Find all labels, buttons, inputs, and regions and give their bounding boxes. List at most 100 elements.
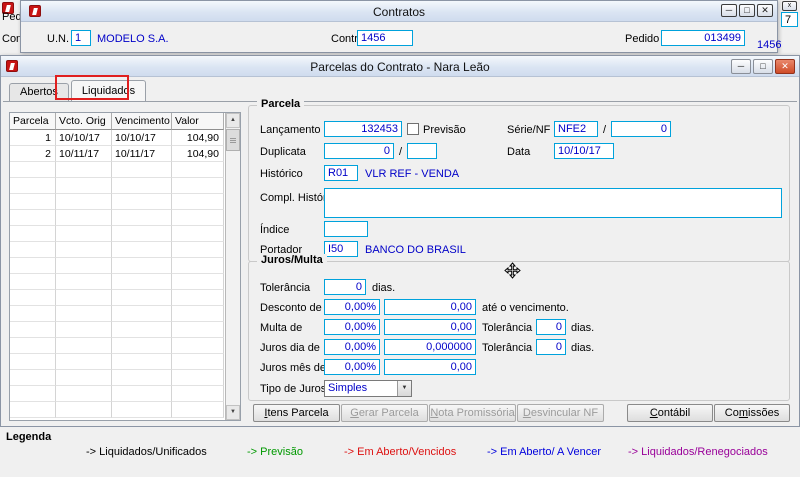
duplicata-seq-input[interactable] xyxy=(407,143,437,159)
table-row[interactable]: 1 10/10/17 10/10/17 104,90 xyxy=(10,130,240,146)
tab-strip: Abertos Liquidados xyxy=(9,80,147,101)
tolerancia-input[interactable]: 0 xyxy=(324,279,366,295)
juros-mes-value-input[interactable]: 0,00 xyxy=(384,359,476,375)
table-row xyxy=(10,242,240,258)
juros-multa-group: Juros/Multa Tolerância 0 dias. Desconto … xyxy=(248,254,790,401)
contrato-input[interactable]: 1456 xyxy=(357,30,413,46)
cell xyxy=(172,386,224,402)
cell xyxy=(172,210,224,226)
minimize-button[interactable]: ─ xyxy=(721,4,737,17)
multa-label: Multa de xyxy=(260,322,303,334)
table-header: Parcela Vcto. Orig Vencimento Valor xyxy=(10,113,240,130)
tipo-juros-select[interactable]: Simples ▼ xyxy=(324,380,412,397)
desconto-suffix: até o vencimento. xyxy=(482,302,569,314)
cell: 10/11/17 xyxy=(56,146,112,162)
desconto-percent-input[interactable]: 0,00% xyxy=(324,299,380,315)
pedido-input[interactable]: 013499 xyxy=(661,30,745,46)
scroll-up-button[interactable]: ▲ xyxy=(226,113,240,128)
fragment-close-button[interactable]: x xyxy=(782,1,797,11)
juros-dia-tolerancia-input[interactable]: 0 xyxy=(536,339,566,355)
cell xyxy=(10,194,56,210)
cell xyxy=(172,226,224,242)
cell xyxy=(112,370,172,386)
lancamento-input[interactable]: 132453 xyxy=(324,121,402,137)
scroll-thumb[interactable] xyxy=(226,129,240,151)
compl-historico-input[interactable] xyxy=(324,188,782,218)
duplicata-label: Duplicata xyxy=(260,146,306,158)
cell xyxy=(10,226,56,242)
historico-code-input[interactable]: R01 xyxy=(324,165,358,181)
juros-dia-percent-input[interactable]: 0,00% xyxy=(324,339,380,355)
desconto-value-input[interactable]: 0,00 xyxy=(384,299,476,315)
table-row xyxy=(10,354,240,370)
parcela-group-title: Parcela xyxy=(257,98,305,110)
duplicata-input[interactable]: 0 xyxy=(324,143,394,159)
pedido-label: Pedido xyxy=(625,33,660,45)
data-input[interactable]: 10/10/17 xyxy=(554,143,614,159)
table-row xyxy=(10,178,240,194)
juros-mes-percent-input[interactable]: 0,00% xyxy=(324,359,380,375)
cell xyxy=(112,354,172,370)
cell xyxy=(172,402,224,418)
serie-nf-input[interactable]: NFE2 xyxy=(554,121,598,137)
tab-liquidados[interactable]: Liquidados xyxy=(70,80,147,101)
maximize-button[interactable]: □ xyxy=(753,59,773,74)
cell xyxy=(172,354,224,370)
desconto-label: Desconto de xyxy=(260,302,322,314)
column-header[interactable]: Vcto. Orig xyxy=(56,113,112,130)
cell xyxy=(56,354,112,370)
button-cont-bil[interactable]: Contábil xyxy=(627,404,713,422)
previsao-checkbox[interactable] xyxy=(407,123,419,135)
multa-tolerancia-input[interactable]: 0 xyxy=(536,319,566,335)
cell xyxy=(172,370,224,386)
cell xyxy=(56,306,112,322)
parcela-group: Parcela Lançamento 132453 Previsão Série… xyxy=(248,98,790,262)
cell xyxy=(112,386,172,402)
chevron-down-icon[interactable]: ▼ xyxy=(397,381,411,396)
serie-nf-label: Série/NF xyxy=(507,124,551,136)
maximize-button[interactable]: □ xyxy=(739,4,755,17)
un-input[interactable]: 1 xyxy=(71,30,91,46)
cell xyxy=(56,338,112,354)
column-header[interactable]: Vencimento xyxy=(112,113,172,130)
button-comiss-es[interactable]: Comissões xyxy=(714,404,790,422)
cell xyxy=(10,338,56,354)
cell xyxy=(10,306,56,322)
cell xyxy=(112,290,172,306)
button-itens-parcela[interactable]: Itens Parcela xyxy=(253,404,340,422)
close-button[interactable]: ✕ xyxy=(757,4,773,17)
cell xyxy=(172,242,224,258)
cell: 104,90 xyxy=(172,130,224,146)
cell xyxy=(112,338,172,354)
cell xyxy=(10,242,56,258)
multa-value-input[interactable]: 0,00 xyxy=(384,319,476,335)
scroll-down-button[interactable]: ▼ xyxy=(226,405,240,420)
historico-description: VLR REF - VENDA xyxy=(365,168,460,180)
serie-nf-number-input[interactable]: 0 xyxy=(611,121,671,137)
juros-dia-value-input[interactable]: 0,000000 xyxy=(384,339,476,355)
cell xyxy=(10,274,56,290)
cell: 10/11/17 xyxy=(112,146,172,162)
cell xyxy=(172,306,224,322)
parcelas-titlebar[interactable]: Parcelas do Contrato - Nara Leão ─ □ ✕ xyxy=(1,56,799,77)
scrollbar[interactable]: ▲ ▼ xyxy=(225,113,240,420)
cell xyxy=(172,258,224,274)
tolerancia-label: Tolerância xyxy=(260,282,311,294)
indice-input[interactable] xyxy=(324,221,368,237)
close-button[interactable]: ✕ xyxy=(775,59,795,74)
cell xyxy=(10,178,56,194)
contratos-titlebar[interactable]: Contratos ─ □ ✕ xyxy=(21,1,777,22)
column-header[interactable]: Valor xyxy=(172,113,224,130)
table-body: 1 10/10/17 10/10/17 104,90 2 10/11/17 10/11/17… xyxy=(10,130,240,418)
table-row xyxy=(10,194,240,210)
cell: 2 xyxy=(10,146,56,162)
multa-percent-input[interactable]: 0,00% xyxy=(324,319,380,335)
cell xyxy=(172,322,224,338)
un-label: U.N. xyxy=(47,33,69,45)
table-row[interactable]: 2 10/11/17 10/11/17 104,90 xyxy=(10,146,240,162)
portador-code-input[interactable]: I50 xyxy=(324,241,358,257)
minimize-button[interactable]: ─ xyxy=(731,59,751,74)
table-row xyxy=(10,370,240,386)
tab-abertos[interactable]: Abertos xyxy=(9,83,69,101)
column-header[interactable]: Parcela xyxy=(10,113,56,130)
